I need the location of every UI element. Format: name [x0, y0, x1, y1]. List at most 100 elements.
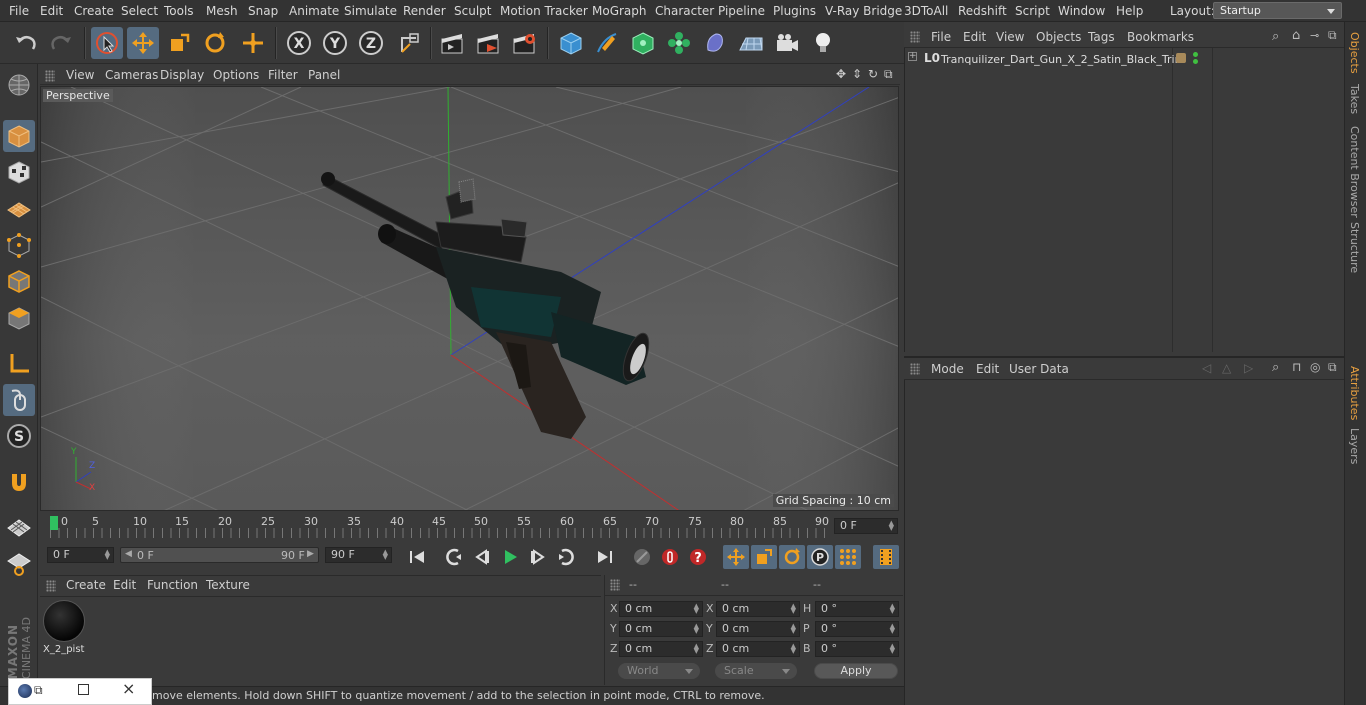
- restore-icon[interactable]: ⧉: [34, 683, 43, 698]
- next-frame-button[interactable]: [525, 545, 551, 569]
- edges-mode-button[interactable]: [3, 265, 35, 297]
- range-left-arrow-icon[interactable]: ◀: [125, 549, 132, 559]
- texture-mode-button[interactable]: [3, 156, 35, 188]
- tab-takes[interactable]: Takes: [1348, 84, 1361, 114]
- axis-mode-button[interactable]: [3, 348, 35, 380]
- mat-menu-edit[interactable]: Edit: [113, 576, 136, 595]
- cloner-button[interactable]: [663, 27, 695, 59]
- new-window-icon[interactable]: ⧉: [1328, 28, 1337, 43]
- vp-menu-filter[interactable]: Filter: [268, 66, 298, 85]
- forward-arrow-icon[interactable]: ▷: [1244, 361, 1253, 375]
- pos-z-field[interactable]: 0 cm ▲ ▼: [619, 641, 703, 657]
- key-rotation-button[interactable]: [779, 545, 805, 569]
- vp-menu-display[interactable]: Display: [160, 66, 204, 85]
- vp-menu-view[interactable]: View: [66, 66, 94, 85]
- scale-tool-button[interactable]: [163, 27, 195, 59]
- obj-menu-objects[interactable]: Objects: [1036, 26, 1081, 48]
- start-frame-field[interactable]: 0 F ▲ ▼: [47, 547, 114, 563]
- snap-button[interactable]: [3, 466, 35, 498]
- attr-menu-edit[interactable]: Edit: [976, 358, 999, 380]
- deformer-button[interactable]: [699, 27, 731, 59]
- tweak-mode-button[interactable]: [3, 384, 35, 416]
- apply-button[interactable]: Apply: [814, 663, 898, 679]
- rotate-tool-button[interactable]: [199, 27, 231, 59]
- menu-redshift[interactable]: Redshift: [958, 0, 1007, 22]
- menu-help[interactable]: Help: [1116, 0, 1143, 22]
- vp-menu-panel[interactable]: Panel: [308, 66, 340, 85]
- menu-mograph[interactable]: MoGraph: [592, 0, 647, 22]
- key-scale-button[interactable]: [751, 545, 777, 569]
- menu-animate[interactable]: Animate: [289, 0, 339, 22]
- light-button[interactable]: [807, 27, 839, 59]
- previous-frame-button[interactable]: [469, 545, 495, 569]
- expand-icon[interactable]: +: [908, 52, 917, 61]
- locked-workplane-button[interactable]: [3, 548, 35, 580]
- frame-range-slider[interactable]: ◀ 0 F 90 F ▶: [120, 547, 319, 563]
- mat-menu-function[interactable]: Function: [147, 576, 198, 595]
- redo-button[interactable]: [45, 27, 77, 59]
- spinner-icon[interactable]: ▲ ▼: [791, 603, 796, 615]
- tab-objects[interactable]: Objects: [1348, 32, 1361, 74]
- pos-y-field[interactable]: 0 cm ▲ ▼: [619, 621, 703, 637]
- menu-mesh[interactable]: Mesh: [206, 0, 238, 22]
- record-keys-button[interactable]: [629, 545, 655, 569]
- coordinate-system-button[interactable]: [393, 27, 425, 59]
- points-mode-button[interactable]: [3, 229, 35, 261]
- spinner-icon[interactable]: ▲ ▼: [890, 643, 895, 655]
- menu-pipeline[interactable]: Pipeline: [718, 0, 765, 22]
- workplane-mode-button[interactable]: [3, 192, 35, 224]
- go-to-end-button[interactable]: [592, 545, 618, 569]
- dolly-view-icon[interactable]: ⇕: [852, 67, 862, 81]
- maximize-icon[interactable]: [78, 684, 89, 695]
- spinner-icon[interactable]: ▲ ▼: [791, 623, 796, 635]
- menu-character[interactable]: Character: [655, 0, 714, 22]
- go-to-start-button[interactable]: [404, 545, 430, 569]
- obj-menu-file[interactable]: File: [931, 26, 951, 48]
- key-pla-button[interactable]: [835, 545, 861, 569]
- search-icon[interactable]: ⌕: [1272, 29, 1279, 44]
- menu-file[interactable]: File: [9, 0, 29, 22]
- camera-button[interactable]: [771, 27, 803, 59]
- render-view-button[interactable]: [436, 27, 468, 59]
- menu-sculpt[interactable]: Sculpt: [454, 0, 491, 22]
- render-settings-button[interactable]: [508, 27, 540, 59]
- obj-menu-view[interactable]: View: [996, 26, 1024, 48]
- menu-window[interactable]: Window: [1058, 0, 1105, 22]
- key-parameter-button[interactable]: P: [807, 545, 833, 569]
- cube-button[interactable]: [555, 27, 587, 59]
- spinner-icon[interactable]: ▲ ▼: [105, 549, 110, 561]
- solo-button[interactable]: S: [3, 420, 35, 452]
- make-editable-button[interactable]: [3, 69, 35, 101]
- render-visibility-dot[interactable]: [1193, 59, 1198, 64]
- undo-button[interactable]: [10, 27, 42, 59]
- size-y-field[interactable]: 0 cm ▲ ▼: [716, 621, 800, 637]
- end-frame-field[interactable]: 90 F ▲ ▼: [325, 547, 392, 563]
- layout-select[interactable]: Startup: [1213, 2, 1342, 19]
- previous-key-button[interactable]: [441, 545, 467, 569]
- model-mode-button[interactable]: [3, 120, 35, 152]
- size-x-field[interactable]: 0 cm ▲ ▼: [716, 601, 800, 617]
- spinner-icon[interactable]: ▲ ▼: [694, 603, 699, 615]
- attr-menu-mode[interactable]: Mode: [931, 358, 964, 380]
- spinner-icon[interactable]: ▲ ▼: [791, 643, 796, 655]
- pan-view-icon[interactable]: ✥: [836, 67, 846, 81]
- size-mode-dropdown[interactable]: Scale: [715, 663, 797, 679]
- spinner-icon[interactable]: ▲ ▼: [889, 520, 894, 532]
- tab-attributes[interactable]: Attributes: [1348, 366, 1361, 420]
- link-icon[interactable]: ⊸: [1310, 29, 1319, 42]
- z-axis-button[interactable]: Z: [355, 27, 387, 59]
- current-frame-field[interactable]: 0 F ▲ ▼: [834, 518, 898, 534]
- playhead[interactable]: [50, 516, 58, 530]
- tab-structure[interactable]: Structure: [1348, 222, 1361, 273]
- tab-content-browser[interactable]: Content Browser: [1348, 126, 1361, 218]
- menu-vray-bridge[interactable]: V-Ray Bridge: [825, 0, 902, 22]
- menu-3dtoall[interactable]: 3DToAll: [904, 0, 948, 22]
- vp-menu-cameras[interactable]: Cameras: [105, 66, 158, 85]
- home-icon[interactable]: ⌂: [1292, 28, 1300, 43]
- perspective-viewport[interactable]: Y Z X Perspective Grid Spacing : 10 cm: [40, 86, 899, 511]
- lock-icon[interactable]: ⊓: [1292, 360, 1301, 374]
- menu-create[interactable]: Create: [74, 0, 114, 22]
- mat-menu-create[interactable]: Create: [66, 576, 106, 595]
- maximize-view-icon[interactable]: ⧉: [884, 67, 893, 82]
- subdivision-button[interactable]: [627, 27, 659, 59]
